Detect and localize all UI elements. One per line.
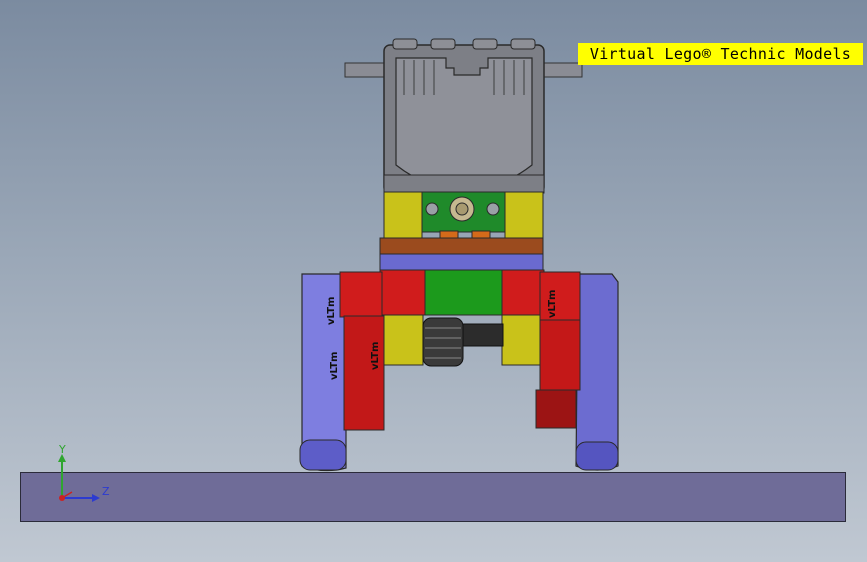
brown-plate [379, 237, 544, 255]
yellow-block-right [504, 191, 544, 241]
pin-hole-left [425, 202, 439, 216]
motor-base [383, 174, 545, 194]
yellow-lower-left [382, 314, 424, 366]
right-leg-red-upper [539, 271, 581, 321]
yellow-block-left [383, 191, 423, 241]
blue-plate [379, 253, 544, 271]
green-lower-block [424, 269, 503, 316]
leg-label-left-3: vLTm [370, 342, 381, 370]
right-foot [575, 441, 619, 471]
axis-z-label: Z [102, 485, 110, 498]
right-leg-red-mid [539, 319, 581, 391]
lego-model-viewport[interactable]: vLTm vLTm vLTm vLTm [0, 0, 867, 562]
axis-triad: Y Z [50, 440, 110, 510]
motor-face [395, 57, 533, 191]
red-body-left [379, 269, 426, 316]
center-gear-hub [455, 202, 469, 216]
left-leg-red-lower [343, 315, 385, 431]
leg-label-left-2: vLTm [329, 352, 340, 380]
watermark-banner: Virtual Lego® Technic Models [578, 43, 863, 65]
axis-y-label: Y [59, 443, 66, 456]
leg-label-right-1: vLTm [547, 290, 558, 318]
pin-hole-right [486, 202, 500, 216]
left-foot [299, 439, 347, 471]
red-body-right [501, 269, 545, 316]
black-gear [422, 317, 504, 367]
left-leg-red-upper [339, 271, 383, 318]
yellow-lower-right [501, 314, 543, 366]
leg-label-left-1: vLTm [326, 297, 337, 325]
right-leg-outer [575, 273, 619, 471]
right-leg-red-lower [535, 389, 577, 429]
